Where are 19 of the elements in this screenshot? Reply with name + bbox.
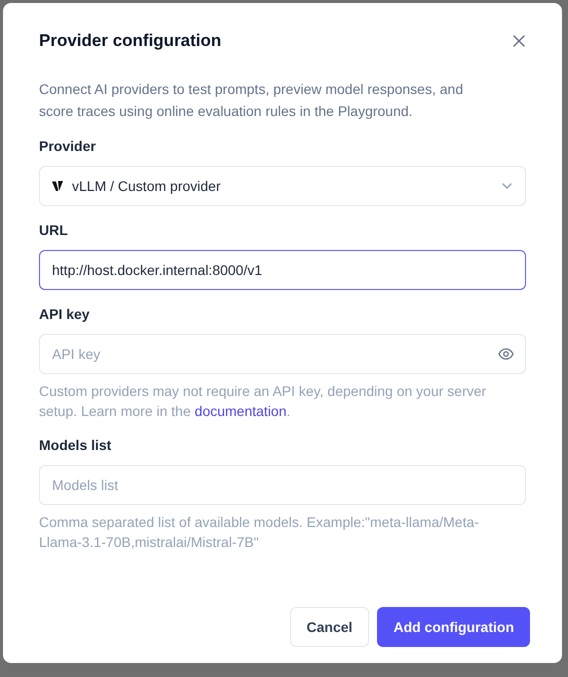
- field-label: Provider: [39, 137, 97, 156]
- help-text: Comma separated list of available models. Example:"meta-llama/Meta-Llama-3.1-70B,mistralai/Mistral-7B": [39, 513, 480, 552]
- help-text: Custom providers may not require an API key, depending on your server setup. Learn more in the documentation.: [39, 382, 488, 422]
- api-key-field[interactable]: API key: [39, 334, 526, 374]
- field-label: URL: [39, 221, 69, 240]
- input-field[interactable]: http://host.docker.internal:8000/v1: [39, 250, 526, 290]
- field-label: API key: [39, 305, 91, 324]
- add-configuration-button[interactable]: Add configuration: [377, 607, 530, 647]
- chevron-down-icon: [501, 182, 513, 190]
- close-button[interactable]: [512, 34, 526, 48]
- eye-icon[interactable]: [498, 348, 514, 360]
- provider-logo-icon: [52, 180, 64, 192]
- documentation-link[interactable]: documentation: [194, 403, 286, 420]
- provider-select[interactable]: vLLM / Custom provider: [39, 166, 526, 206]
- field-label: Models list: [39, 436, 112, 456]
- cancel-button[interactable]: Cancel: [290, 607, 370, 647]
- dialog-title: Provider configuration: [39, 31, 222, 52]
- input-field[interactable]: Models list: [39, 465, 526, 506]
- dialog-description: Connect AI providers to test prompts, preview model responses, and score traces using online evaluation rules in the Playground.: [39, 80, 464, 122]
